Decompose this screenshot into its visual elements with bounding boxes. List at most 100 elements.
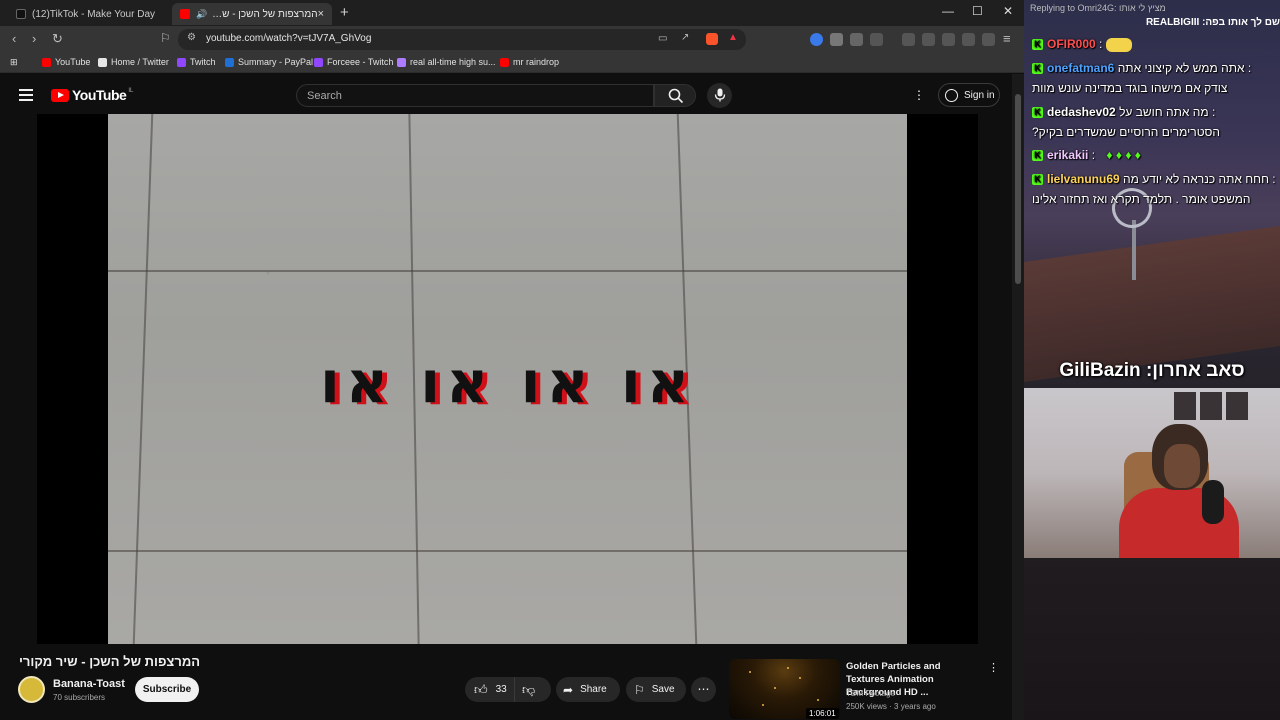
recommendation-menu-icon[interactable]: ⋮: [988, 661, 999, 674]
sign-in-button[interactable]: Sign in: [938, 83, 1000, 107]
share-page-icon[interactable]: ↗: [681, 32, 689, 43]
chat-username: OFIR000: [1047, 37, 1096, 51]
channel-avatar[interactable]: [18, 676, 45, 703]
account-icon: [945, 89, 958, 102]
vpn-icon[interactable]: [982, 33, 995, 46]
address-bar-row: ‹ › ↻ ⚐ ⚙ youtube.com/watch?v=tJV7A_GhVo…: [0, 26, 1024, 53]
particle: [762, 704, 764, 706]
dislike-button[interactable]: 👎︎: [522, 682, 535, 698]
bookmark-label: Forceee - Twitch: [327, 57, 394, 67]
save-button[interactable]: ⚐ Save: [626, 677, 686, 702]
page-scrollbar[interactable]: [1012, 74, 1024, 720]
tab-tiktok[interactable]: (12)TikTok - Make Your Day: [8, 3, 168, 25]
like-button[interactable]: 👍︎ 33: [465, 677, 515, 702]
sidebar-icon[interactable]: [922, 33, 935, 46]
stream-overlay: Replying to Omri24G: מציץ לי אותו שם לך …: [1024, 0, 1280, 720]
extension-icon[interactable]: [810, 33, 823, 46]
cast-icon[interactable]: ▭: [658, 33, 667, 44]
twitch-icon: [177, 57, 186, 67]
youtube-play-icon: [51, 88, 69, 102]
maximize-button[interactable]: ☐: [972, 4, 983, 18]
chat-username: dedashev02: [1047, 105, 1116, 119]
puzzle-icon[interactable]: [850, 33, 863, 46]
shield-icon[interactable]: [830, 33, 843, 46]
voice-search-button[interactable]: [707, 83, 732, 108]
close-tab-icon[interactable]: ×: [318, 8, 324, 20]
forward-icon[interactable]: ›: [32, 31, 36, 46]
site-info-icon[interactable]: ⚙: [187, 32, 196, 43]
microphone-icon: [714, 88, 726, 102]
speaker-icon[interactable]: 🔊: [196, 9, 207, 20]
particle: [817, 699, 819, 701]
kick-badge-icon: K: [1032, 107, 1043, 119]
reload-icon[interactable]: ↻: [52, 31, 63, 47]
video-player[interactable]: או או או או: [37, 114, 978, 644]
scrollbar-thumb[interactable]: [1015, 94, 1021, 284]
bookmark-label: Home / Twitter: [111, 57, 169, 67]
subscribe-button[interactable]: Subscribe: [135, 677, 199, 702]
music-icon[interactable]: [902, 33, 915, 46]
share-icon: ➦: [563, 682, 574, 697]
tab-capture-icon[interactable]: [870, 33, 883, 46]
url-bar[interactable]: ⚙ youtube.com/watch?v=tJV7A_GhVog ▭ ↗ ▲: [178, 29, 746, 50]
bookmark-ath[interactable]: real all-time high su...: [397, 57, 496, 67]
browser-menu-icon[interactable]: ≡: [1003, 31, 1011, 46]
bookmark-label: YouTube: [55, 57, 91, 67]
tab-label: המרצפות של השכן - שיר מקו: [211, 8, 318, 20]
bookmark-label: real all-time high su...: [410, 57, 496, 67]
tile-seam: [108, 270, 907, 272]
rewards-icon[interactable]: ▲: [728, 32, 738, 43]
chat-text: :: [1099, 37, 1103, 51]
x-icon: [98, 57, 107, 67]
streamer-webcam: [1024, 388, 1280, 558]
bookmark-icon[interactable]: ⚐: [160, 31, 171, 45]
video-frame[interactable]: או או או או: [108, 114, 907, 644]
apps-icon[interactable]: ⊞: [10, 57, 18, 68]
tab-strip: (12)TikTok - Make Your Day 🔊 המרצפות של …: [0, 0, 1024, 26]
youtube-icon: [180, 9, 190, 19]
recommended-video-meta: 250K views · 3 years ago: [846, 702, 936, 711]
hamburger-menu-icon[interactable]: [19, 89, 33, 101]
thumbs-up-icon: 👍︎: [474, 681, 488, 697]
chart-icon: [397, 57, 406, 67]
chat-username: onefatman6: [1047, 61, 1115, 75]
chat-message: Kdedashev02 : מה אתה חושב על הסטרימרים ה…: [1032, 102, 1276, 142]
bookmark-forceee[interactable]: Forceee - Twitch: [314, 57, 393, 67]
new-tab-button[interactable]: +: [340, 4, 349, 21]
leo-icon[interactable]: [962, 33, 975, 46]
youtube-logo[interactable]: YouTube IL: [51, 87, 133, 103]
bookmark-raindrop[interactable]: mr raindrop: [500, 57, 559, 67]
kick-badge-icon: K: [1032, 39, 1043, 51]
kick-badge-icon: K: [1032, 174, 1043, 186]
more-actions-button[interactable]: ⋯: [691, 677, 716, 702]
minimize-button[interactable]: —: [942, 4, 954, 18]
bookmark-youtube[interactable]: YouTube: [42, 57, 90, 67]
bookmark-paypal[interactable]: Summary - PayPal: [225, 57, 313, 67]
tab-label: (12)TikTok - Make Your Day: [32, 8, 156, 20]
search-input[interactable]: Search: [296, 84, 654, 107]
recommended-channel-name[interactable]: TDM Footage: [846, 689, 895, 698]
search-button[interactable]: [654, 84, 696, 107]
bookmark-twitter[interactable]: Home / Twitter: [98, 57, 169, 67]
channel-name[interactable]: Banana-Toast: [53, 678, 125, 690]
search-icon: [668, 88, 684, 104]
close-window-button[interactable]: ✕: [1003, 4, 1013, 18]
video-title: המרצפות של השכן - שיר מקורי: [19, 654, 201, 669]
brave-shield-icon[interactable]: [706, 33, 718, 45]
bookmark-twitch[interactable]: Twitch: [177, 57, 216, 67]
wallet-icon[interactable]: [942, 33, 955, 46]
url-text[interactable]: youtube.com/watch?v=tJV7A_GhVog: [206, 33, 371, 44]
chat-message: Kerikakii : ♦ ♦ ♦ ♦: [1032, 145, 1276, 165]
roof-background: [1024, 226, 1280, 382]
region-code: IL: [128, 88, 134, 94]
screen: (12)TikTok - Make Your Day 🔊 המרצפות של …: [0, 0, 1280, 720]
emote-icon: [1105, 37, 1132, 52]
share-label: Share: [580, 684, 607, 695]
settings-more-icon[interactable]: ⋮: [913, 88, 925, 102]
tab-youtube-active[interactable]: 🔊 המרצפות של השכן - שיר מקו ×: [172, 3, 332, 25]
back-icon[interactable]: ‹: [12, 31, 16, 46]
video-overlay-text: או או או או: [319, 348, 696, 416]
tile-seam: [108, 550, 907, 552]
youtube-header: YouTube IL Search ⋮ Sign in: [0, 74, 1024, 114]
share-button[interactable]: ➦ Share: [556, 677, 620, 702]
